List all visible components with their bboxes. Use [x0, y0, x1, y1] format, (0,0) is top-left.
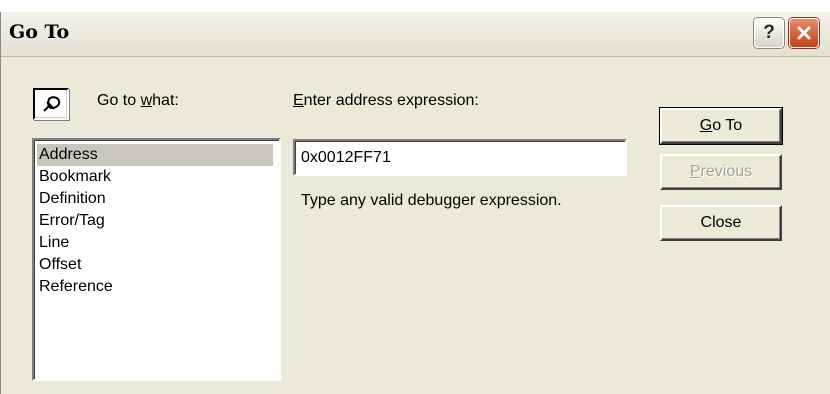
- previous-button[interactable]: Previous: [660, 154, 782, 190]
- help-button[interactable]: ?: [754, 18, 784, 48]
- close-x-icon: [797, 26, 811, 40]
- pin-icon: [43, 96, 61, 112]
- go-to-what-label: Go to what:: [97, 92, 179, 109]
- hint-text: Type any valid debugger expression.: [301, 192, 562, 209]
- go-to-button[interactable]: Go To: [659, 107, 783, 145]
- list-item[interactable]: Error/Tag: [37, 210, 279, 232]
- list-item[interactable]: Line: [37, 232, 279, 254]
- question-mark-icon: ?: [763, 22, 775, 43]
- list-item[interactable]: Address: [37, 144, 273, 166]
- pin-toggle-button[interactable]: [33, 88, 69, 120]
- go-to-dialog: Go To ? Go to what: Address Bookmark Def…: [0, 12, 830, 394]
- close-button[interactable]: Close: [660, 205, 782, 241]
- address-expression-input[interactable]: 0x0012FF71: [293, 139, 627, 176]
- dialog-title: Go To: [9, 21, 70, 43]
- list-item[interactable]: Offset: [37, 254, 279, 276]
- list-item[interactable]: Definition: [37, 188, 279, 210]
- list-item[interactable]: Bookmark: [37, 166, 279, 188]
- list-item[interactable]: Reference: [37, 276, 279, 298]
- title-bar[interactable]: Go To ?: [1, 12, 830, 57]
- close-window-button[interactable]: [789, 18, 819, 48]
- address-expression-label: Enter address expression:: [293, 92, 479, 109]
- go-to-what-list[interactable]: Address Bookmark Definition Error/Tag Li…: [32, 138, 281, 381]
